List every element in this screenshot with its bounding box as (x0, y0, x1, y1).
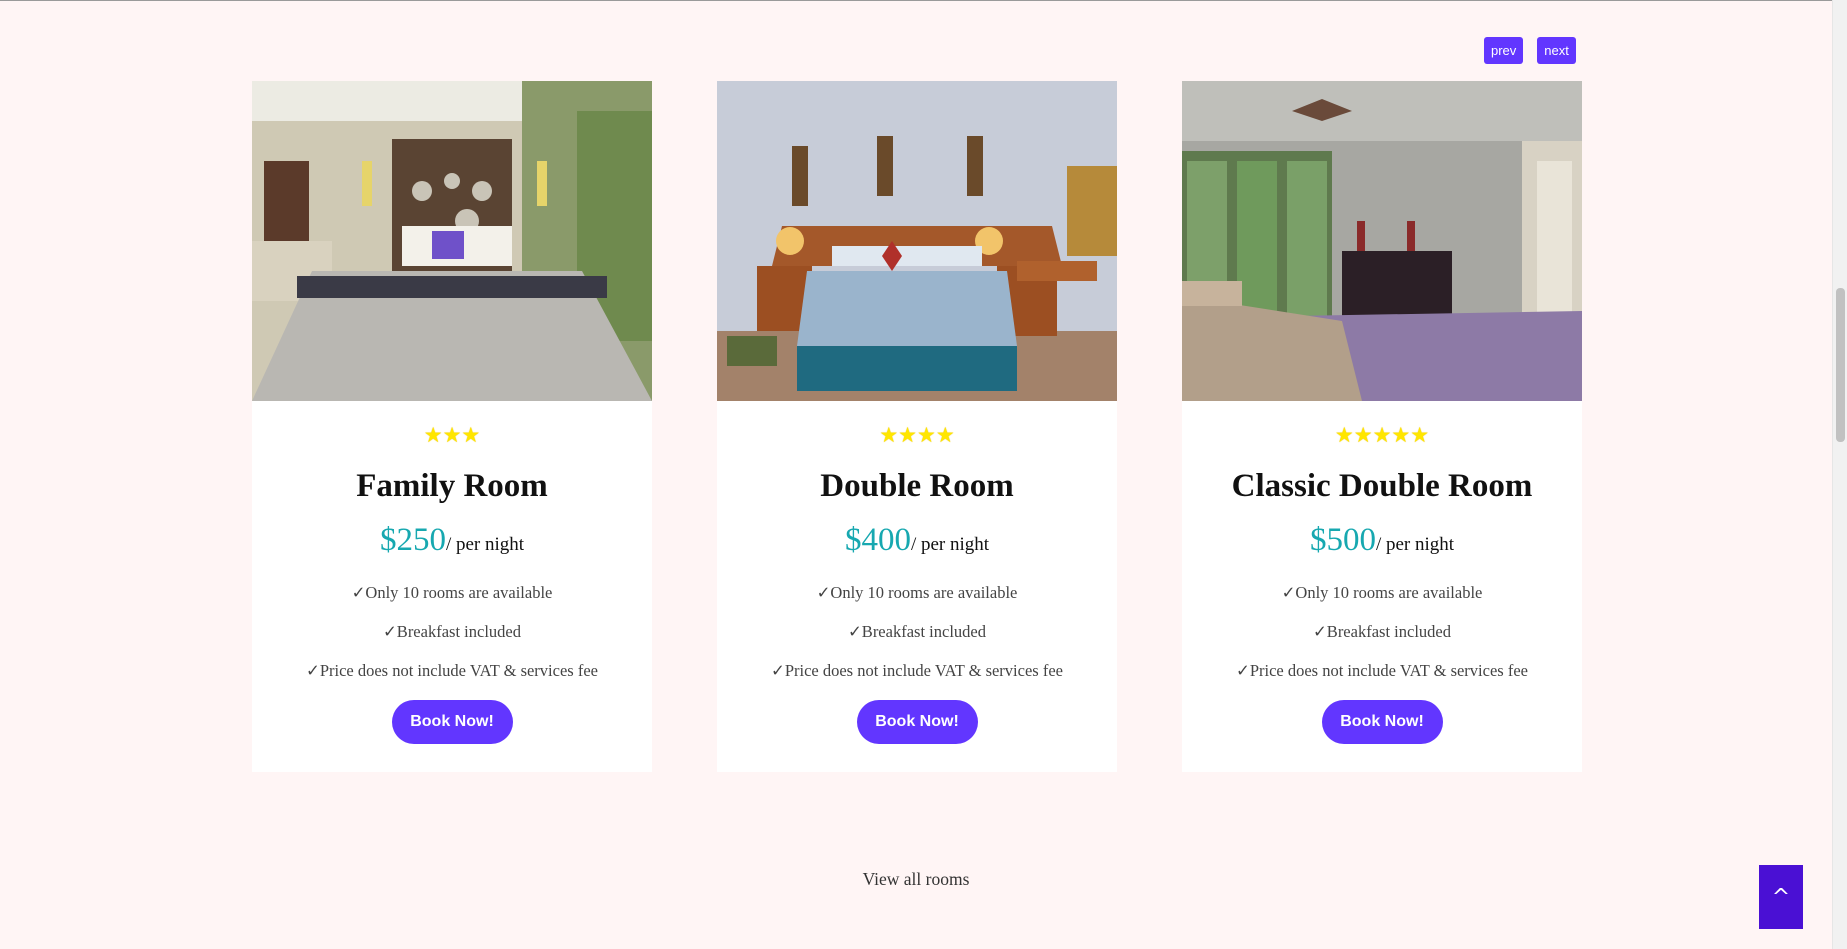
feature-list: ✓Only 10 rooms are available ✓Breakfast … (771, 573, 1063, 690)
feature-item: ✓Breakfast included (847, 622, 986, 641)
room-card-double: ★★★★ Double Room $400/ per night ✓Only 1… (717, 81, 1117, 772)
prev-button[interactable]: prev (1484, 37, 1524, 64)
room-photo-family (252, 81, 652, 401)
feature-item: ✓Only 10 rooms are available (816, 583, 1018, 602)
feature-item: ✓Price does not include VAT & services f… (771, 661, 1063, 680)
room-card-classic-double: ★★★★★ Classic Double Room $500/ per nigh… (1182, 81, 1582, 772)
price-line: $250/ per night (380, 520, 524, 566)
book-now-button[interactable]: Book Now! (1321, 700, 1443, 744)
price-unit: / per night (445, 534, 525, 555)
view-all-rooms-link[interactable]: View all rooms (0, 869, 1832, 890)
feature-item: ✓Only 10 rooms are available (351, 583, 553, 602)
scrollbar-thumb[interactable] (1836, 288, 1845, 442)
price-unit: / per night (910, 534, 990, 555)
room-title: Double Room (820, 468, 1014, 504)
feature-item: ✓Price does not include VAT & services f… (306, 661, 598, 680)
price-unit: / per night (1375, 534, 1455, 555)
feature-list: ✓Only 10 rooms are available ✓Breakfast … (306, 573, 598, 690)
book-now-button[interactable]: Book Now! (856, 700, 978, 744)
feature-item: ✓Breakfast included (1312, 622, 1451, 641)
feature-item: ✓Only 10 rooms are available (1281, 583, 1483, 602)
room-photo-double (717, 81, 1117, 401)
carousel-pager: prev next (1484, 37, 1576, 64)
top-divider (0, 0, 1832, 1)
next-button[interactable]: next (1537, 37, 1576, 64)
page-scrollbar[interactable] (1832, 0, 1847, 949)
room-price: $250 (379, 522, 446, 558)
room-price: $500 (1309, 522, 1376, 558)
scroll-to-top-button[interactable]: ^ (1759, 865, 1803, 929)
book-now-button[interactable]: Book Now! (391, 700, 513, 744)
star-rating: ★★★ (423, 423, 481, 447)
star-rating: ★★★★ (879, 423, 955, 447)
feature-item: ✓Breakfast included (382, 622, 521, 641)
feature-list: ✓Only 10 rooms are available ✓Breakfast … (1236, 573, 1528, 690)
room-title: Family Room (356, 468, 548, 504)
star-rating: ★★★★★ (1334, 423, 1430, 447)
room-title: Classic Double Room (1231, 468, 1533, 504)
room-cards: ★★★ Family Room $250/ per night ✓Only 10… (252, 81, 1582, 772)
price-line: $500/ per night (1310, 520, 1454, 566)
price-line: $400/ per night (845, 520, 989, 566)
room-photo-classic-double (1182, 81, 1582, 401)
room-card-family: ★★★ Family Room $250/ per night ✓Only 10… (252, 81, 652, 772)
room-price: $400 (844, 522, 911, 558)
feature-item: ✓Price does not include VAT & services f… (1236, 661, 1528, 680)
